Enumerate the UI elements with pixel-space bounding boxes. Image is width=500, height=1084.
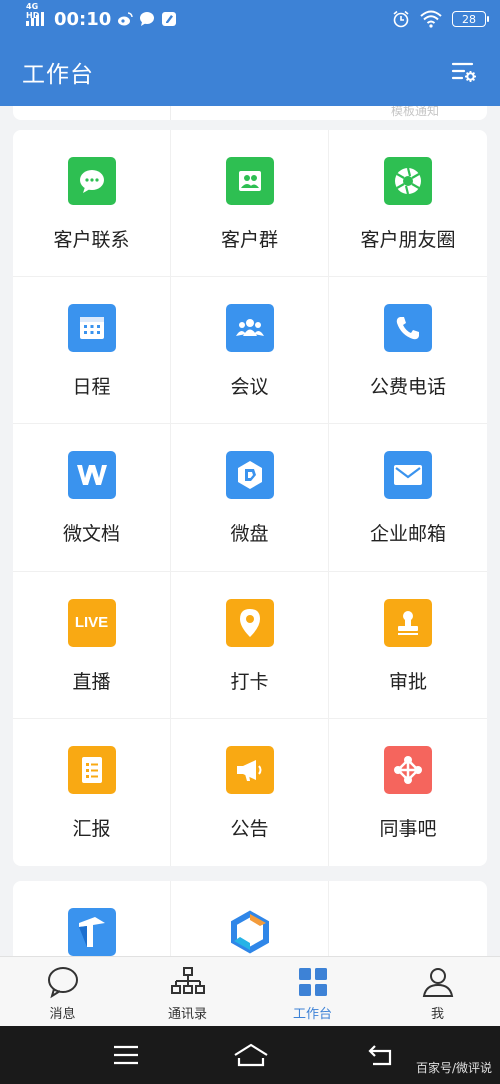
back-icon[interactable] xyxy=(367,1042,397,1068)
chat-bubble-icon xyxy=(67,157,116,205)
tab-workbench[interactable]: 工作台 xyxy=(250,957,375,1026)
app-label: 客户朋友圈 xyxy=(360,229,456,251)
app-label: 公费电话 xyxy=(369,376,446,399)
app-label: 直播 xyxy=(72,670,111,693)
tab-label: 通讯录 xyxy=(167,1007,207,1022)
app-label: 微文档 xyxy=(62,523,120,546)
tab-me[interactable]: 我 xyxy=(375,957,500,1026)
app-check-in[interactable]: 打卡 xyxy=(171,571,329,719)
settings-list-icon[interactable] xyxy=(450,58,478,86)
cut-off-app-label: 模板通知 xyxy=(391,106,440,118)
app-approval[interactable]: 审批 xyxy=(329,572,487,719)
chat-notification-icon xyxy=(140,12,155,26)
app-schedule[interactable]: 日程 xyxy=(13,277,171,425)
app-task[interactable] xyxy=(13,881,171,956)
app-label: 会议 xyxy=(230,376,269,399)
app-label: 客户群 xyxy=(220,229,278,251)
org-chart-icon xyxy=(170,967,205,994)
workbench-scroll-area[interactable]: 模板通知 客户联系 客户群 客户朋友圈 日程 会议 公费电话 微文档 微盘 企业… xyxy=(0,106,500,956)
tab-label: 我 xyxy=(430,1007,444,1022)
live-icon: LIVE xyxy=(67,598,116,647)
app-enterprise-mail[interactable]: 企业邮箱 xyxy=(329,424,487,572)
page-title: 工作台 xyxy=(22,62,94,88)
hexagon-app-icon xyxy=(225,908,274,956)
previous-app-card: 模板通知 xyxy=(13,106,487,120)
edit-notification-icon xyxy=(162,12,177,26)
cloud-disk-icon xyxy=(225,451,274,500)
app-label: 公告 xyxy=(230,817,269,840)
app-colleague-bar[interactable]: 同事吧 xyxy=(329,719,487,866)
app-label: 审批 xyxy=(388,670,427,693)
alarm-icon xyxy=(393,10,409,28)
weibo-icon xyxy=(118,12,134,26)
app-micro-disk[interactable]: 微盘 xyxy=(171,424,329,572)
message-bubble-icon xyxy=(47,967,78,999)
status-time: 00:10 xyxy=(54,8,112,30)
app-label: 客户联系 xyxy=(53,229,130,251)
task-t-icon xyxy=(67,908,116,956)
app-public-phone[interactable]: 公费电话 xyxy=(329,277,487,425)
app-label: 微盘 xyxy=(230,523,269,546)
meeting-icon xyxy=(225,304,274,353)
mail-icon xyxy=(384,451,432,500)
app-customer-contact[interactable]: 客户联系 xyxy=(13,130,171,278)
moments-aperture-icon xyxy=(384,157,432,205)
calendar-icon xyxy=(67,304,116,353)
app-header: 4G HD 00:10 28 工作台 xyxy=(0,0,500,106)
system-nav-bar: 百家号/微评说 xyxy=(0,1026,500,1084)
menu-icon[interactable] xyxy=(111,1042,141,1068)
grid-icon xyxy=(298,968,327,996)
app-label: 同事吧 xyxy=(379,817,437,840)
person-icon xyxy=(422,968,453,997)
battery-indicator: 28 xyxy=(452,11,489,27)
extra-app-card xyxy=(13,881,487,956)
bottom-tab-bar: 消息 通讯录 工作台 我 xyxy=(0,956,500,1026)
app-micro-doc[interactable]: 微文档 xyxy=(13,424,171,572)
app-meeting[interactable]: 会议 xyxy=(171,277,329,425)
live-icon-text: LIVE xyxy=(74,614,109,632)
status-bar: 4G HD 00:10 28 xyxy=(0,0,500,38)
document-w-icon xyxy=(67,451,116,500)
signal-icon: 4G HD xyxy=(26,2,44,26)
home-icon[interactable] xyxy=(233,1042,269,1068)
tab-label: 工作台 xyxy=(292,1007,332,1022)
app-label: 打卡 xyxy=(230,670,269,693)
location-pin-icon xyxy=(225,598,274,647)
app-label: 汇报 xyxy=(72,817,111,840)
app-hexagon[interactable] xyxy=(171,881,329,956)
tab-label: 消息 xyxy=(49,1007,76,1022)
stamp-icon xyxy=(384,598,432,647)
colleague-network-icon xyxy=(384,745,432,794)
app-grid-card: 客户联系 客户群 客户朋友圈 日程 会议 公费电话 微文档 微盘 企业邮箱 LI… xyxy=(13,130,487,866)
empty-cell xyxy=(329,881,487,956)
app-label: 日程 xyxy=(72,376,111,399)
report-icon xyxy=(67,745,116,794)
app-customer-moments[interactable]: 客户朋友圈 xyxy=(329,130,487,278)
app-live[interactable]: LIVE 直播 xyxy=(13,571,171,719)
watermark-text: 百家号/微评说 xyxy=(415,1061,492,1075)
app-announcement[interactable]: 公告 xyxy=(171,718,329,866)
tab-messages[interactable]: 消息 xyxy=(0,957,125,1026)
group-icon xyxy=(225,157,274,205)
megaphone-icon xyxy=(225,745,274,794)
app-report[interactable]: 汇报 xyxy=(13,718,171,866)
phone-icon xyxy=(384,304,432,353)
app-customer-group[interactable]: 客户群 xyxy=(171,130,329,278)
wifi-icon xyxy=(420,10,442,28)
tab-contacts[interactable]: 通讯录 xyxy=(125,957,250,1026)
app-label: 企业邮箱 xyxy=(369,523,446,546)
